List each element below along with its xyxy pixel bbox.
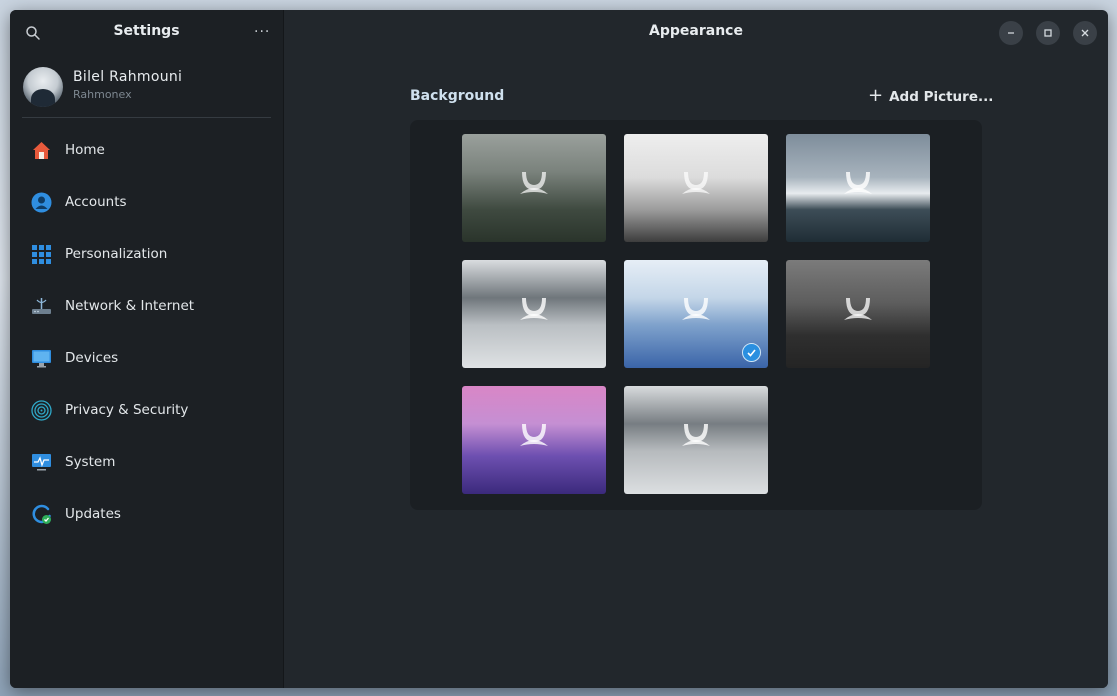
logo-icon [520, 298, 548, 320]
maximize-button[interactable] [1036, 21, 1060, 45]
wallpaper-thumbnail[interactable] [462, 134, 606, 242]
sidebar-item-devices[interactable]: Devices [10, 332, 283, 384]
sidebar-item-label: Personalization [65, 246, 168, 262]
system-monitor-icon [31, 452, 52, 473]
sidebar-item-label: Privacy & Security [65, 402, 189, 418]
add-picture-button[interactable]: + Add Picture... [868, 85, 994, 106]
user-profile[interactable]: Bilel Rahmouni Rahmonex [22, 55, 271, 118]
fingerprint-icon [31, 399, 52, 421]
more-options-icon[interactable]: ··· [254, 24, 270, 40]
sidebar-item-label: Updates [65, 506, 121, 522]
logo-icon [844, 172, 872, 194]
logo-icon [682, 298, 710, 320]
home-icon [31, 140, 52, 161]
account-icon [31, 192, 52, 213]
wallpaper-thumbnail[interactable] [624, 134, 768, 242]
router-icon [31, 296, 52, 317]
logo-icon [844, 298, 872, 320]
logo-icon [682, 424, 710, 446]
maximize-icon [1044, 29, 1052, 37]
sidebar: Settings ··· Bilel Rahmouni Rahmonex Hom… [10, 10, 284, 688]
settings-window: Settings ··· Bilel Rahmouni Rahmonex Hom… [10, 10, 1108, 688]
wallpaper-thumbnail[interactable] [786, 134, 930, 242]
page-title: Appearance [649, 23, 743, 39]
sidebar-item-home[interactable]: Home [10, 124, 283, 176]
wallpaper-thumbnail[interactable] [462, 260, 606, 368]
sidebar-item-accounts[interactable]: Accounts [10, 176, 283, 228]
wallpaper-thumbnail-selected[interactable] [624, 260, 768, 368]
monitor-icon [31, 348, 52, 369]
sidebar-item-label: Accounts [65, 194, 127, 210]
sidebar-item-label: Network & Internet [65, 298, 195, 314]
sidebar-title: Settings [113, 23, 180, 39]
wallpaper-thumbnail[interactable] [786, 260, 930, 368]
sidebar-item-updates[interactable]: Updates [10, 488, 283, 540]
checkmark-icon [742, 343, 761, 362]
wallpaper-grid [410, 120, 982, 510]
add-picture-label: Add Picture... [889, 88, 994, 105]
sidebar-item-system[interactable]: System [10, 436, 283, 488]
sidebar-item-privacy[interactable]: Privacy & Security [10, 384, 283, 436]
plus-icon: + [868, 85, 884, 106]
sidebar-item-label: Devices [65, 350, 119, 366]
close-icon [1081, 29, 1089, 37]
logo-icon [682, 172, 710, 194]
wallpaper-thumbnail[interactable] [462, 386, 606, 494]
titlebar: Appearance [284, 10, 1108, 55]
minimize-icon [1008, 32, 1014, 34]
user-handle: Rahmonex [73, 88, 132, 101]
close-button[interactable] [1073, 21, 1097, 45]
logo-icon [520, 424, 548, 446]
user-name: Bilel Rahmouni [73, 69, 183, 85]
sidebar-item-network[interactable]: Network & Internet [10, 280, 283, 332]
sidebar-item-label: Home [65, 142, 105, 158]
wallpaper-thumbnail[interactable] [624, 386, 768, 494]
logo-icon [520, 172, 548, 194]
updates-icon [31, 504, 52, 525]
grid-icon [31, 244, 52, 265]
main-content: Background + Add Picture... [284, 55, 1108, 688]
sidebar-nav: Home Accounts Personalization Network & … [10, 124, 283, 540]
sidebar-header: Settings ··· [10, 10, 283, 55]
avatar [23, 67, 63, 107]
sidebar-item-personalization[interactable]: Personalization [10, 228, 283, 280]
sidebar-item-label: System [65, 454, 116, 470]
minimize-button[interactable] [999, 21, 1023, 45]
section-title: Background [410, 88, 505, 104]
